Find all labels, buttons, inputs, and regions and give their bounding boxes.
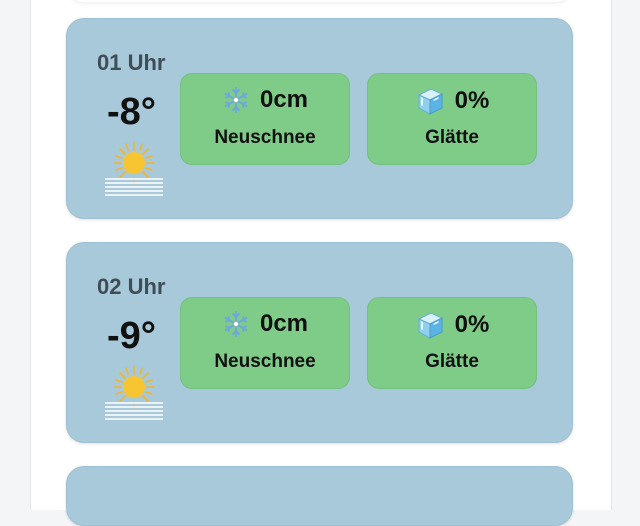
hour-card[interactable]: 02 Uhr -9° 0cm Neuschnee 0% Glätte bbox=[66, 242, 573, 443]
new-snow-label: Neuschnee bbox=[214, 351, 316, 372]
new-snow-value: 0cm bbox=[259, 86, 309, 113]
hour-card[interactable]: 01 Uhr -8° 0cm Neuschnee 0% Glätte bbox=[66, 18, 573, 219]
new-snow-tile: 0cm Neuschnee bbox=[180, 297, 350, 389]
hour-card[interactable] bbox=[66, 466, 573, 526]
snowflake-icon bbox=[222, 86, 250, 114]
snowflake-icon bbox=[222, 310, 250, 338]
slipperiness-tile: 0% Glätte bbox=[367, 73, 537, 165]
ice-cube-icon bbox=[415, 86, 445, 116]
previous-hour-card bbox=[66, 0, 573, 2]
sunny-frost-icon bbox=[105, 141, 163, 197]
ice-cube-icon bbox=[415, 310, 445, 340]
slipperiness-value: 0% bbox=[454, 311, 490, 338]
slipperiness-label: Glätte bbox=[425, 127, 479, 148]
hour-label: 02 Uhr bbox=[97, 274, 166, 299]
slipperiness-value: 0% bbox=[454, 87, 490, 114]
new-snow-tile: 0cm Neuschnee bbox=[180, 73, 350, 165]
hour-label: 01 Uhr bbox=[97, 50, 166, 75]
temperature-value: -8° bbox=[107, 91, 156, 133]
temperature-value: -9° bbox=[107, 315, 156, 357]
slipperiness-label: Glätte bbox=[425, 351, 479, 372]
slipperiness-tile: 0% Glätte bbox=[367, 297, 537, 389]
sunny-frost-icon bbox=[105, 365, 163, 421]
new-snow-value: 0cm bbox=[259, 310, 309, 337]
new-snow-label: Neuschnee bbox=[214, 127, 316, 148]
